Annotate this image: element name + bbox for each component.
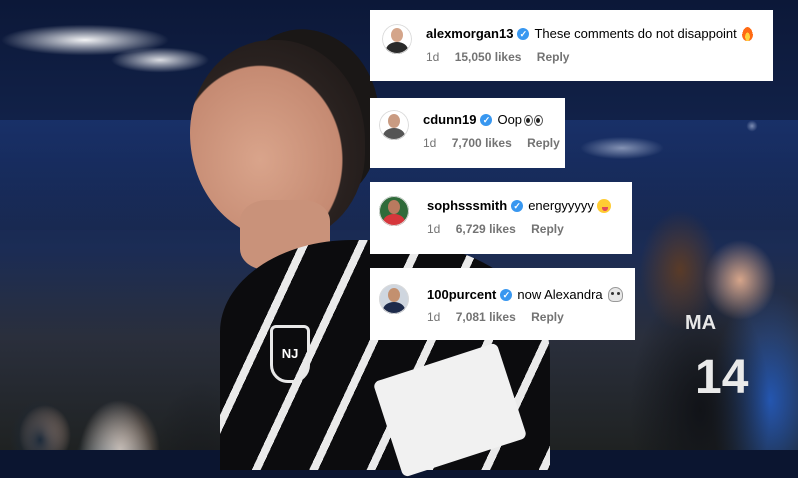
fire-emoji-icon	[741, 26, 753, 41]
avatar-ring	[379, 110, 409, 140]
comment-meta: 1d 7,700 likes Reply	[423, 136, 572, 150]
comment-text: Oop	[497, 112, 523, 127]
verified-badge-icon: ✓	[511, 199, 524, 212]
comment-card: sophsssmith ✓ energyyyyy 1d 6,729 likes …	[370, 182, 632, 254]
avatar[interactable]	[379, 284, 409, 314]
username[interactable]: 100purcent	[427, 287, 496, 302]
background-player-number: 14	[695, 351, 749, 404]
comment-body: alexmorgan13 ✓ These comments do not dis…	[426, 26, 753, 41]
likes-count[interactable]: 6,729 likes	[456, 222, 516, 236]
avatar-ring	[379, 284, 409, 314]
avatar[interactable]	[379, 110, 409, 140]
likes-count[interactable]: 7,081 likes	[456, 310, 516, 324]
comment-text: now Alexandra	[517, 287, 603, 302]
comment-text: energyyyyy	[528, 198, 594, 213]
zany-face-emoji-icon	[596, 198, 611, 213]
username[interactable]: cdunn19	[423, 112, 476, 127]
skull-emoji-icon	[607, 287, 623, 302]
comment-meta: 1d 6,729 likes Reply	[427, 222, 576, 236]
jersey-crest: NJ	[270, 325, 310, 383]
verified-badge-icon: ✓	[500, 288, 513, 301]
avatar-ring	[379, 196, 409, 226]
username[interactable]: alexmorgan13	[426, 26, 513, 41]
reply-button[interactable]: Reply	[531, 222, 564, 236]
avatar[interactable]	[379, 196, 409, 226]
background-player-name: MA	[685, 312, 717, 334]
comment-meta: 1d 7,081 likes Reply	[427, 310, 576, 324]
comment-card: alexmorgan13 ✓ These comments do not dis…	[370, 10, 773, 81]
avatar[interactable]	[382, 24, 412, 54]
comment-meta: 1d 15,050 likes Reply	[426, 50, 581, 64]
avatar-ring	[382, 24, 412, 54]
likes-count[interactable]: 7,700 likes	[452, 136, 512, 150]
comment-age: 1d	[426, 50, 440, 64]
comment-age: 1d	[427, 222, 441, 236]
verified-badge-icon: ✓	[480, 113, 493, 126]
comment-text: These comments do not disappoint	[534, 26, 737, 41]
comment-card: 100purcent ✓ now Alexandra 1d 7,081 like…	[370, 268, 635, 340]
comment-body: sophsssmith ✓ energyyyyy	[427, 198, 611, 213]
reply-button[interactable]: Reply	[537, 50, 570, 64]
username[interactable]: sophsssmith	[427, 198, 507, 213]
comment-age: 1d	[427, 310, 441, 324]
likes-count[interactable]: 15,050 likes	[455, 50, 522, 64]
eyes-emoji-icon	[524, 112, 544, 127]
comment-body: cdunn19 ✓ Oop	[423, 112, 544, 127]
comment-card: cdunn19 ✓ Oop 1d 7,700 likes Reply	[370, 98, 565, 168]
verified-badge-icon: ✓	[517, 27, 530, 40]
comment-age: 1d	[423, 136, 437, 150]
comment-body: 100purcent ✓ now Alexandra	[427, 287, 623, 302]
reply-button[interactable]: Reply	[527, 136, 560, 150]
reply-button[interactable]: Reply	[531, 310, 564, 324]
